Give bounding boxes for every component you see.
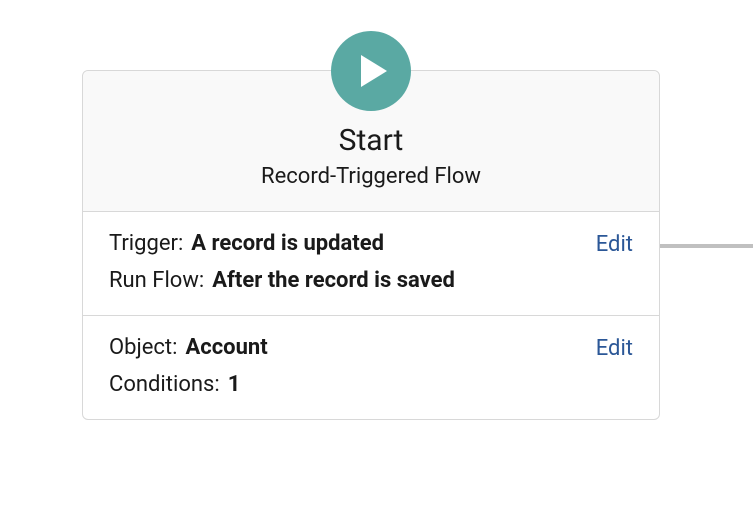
trigger-value: A record is updated: [191, 230, 384, 259]
start-node-card: Start Record-Triggered Flow Trigger: A r…: [82, 70, 660, 420]
trigger-section: Trigger: A record is updated Run Flow: A…: [83, 212, 659, 316]
object-section: Object: Account Conditions: 1 Edit: [83, 316, 659, 419]
runflow-row: Run Flow: After the record is saved: [109, 267, 596, 296]
object-section-content: Object: Account Conditions: 1: [109, 334, 596, 399]
conditions-label: Conditions:: [109, 371, 220, 400]
object-value: Account: [185, 334, 267, 363]
start-play-button[interactable]: [331, 31, 411, 111]
edit-trigger-button[interactable]: Edit: [596, 232, 633, 257]
conditions-row: Conditions: 1: [109, 371, 596, 400]
object-label: Object:: [109, 334, 177, 363]
trigger-row: Trigger: A record is updated: [109, 230, 596, 259]
edit-object-button[interactable]: Edit: [596, 336, 633, 361]
trigger-label: Trigger:: [109, 230, 183, 259]
card-subtitle: Record-Triggered Flow: [103, 164, 639, 189]
flow-connector-line: [660, 244, 753, 248]
trigger-section-content: Trigger: A record is updated Run Flow: A…: [109, 230, 596, 295]
object-row: Object: Account: [109, 334, 596, 363]
play-icon: [361, 55, 387, 87]
runflow-value: After the record is saved: [212, 267, 455, 296]
runflow-label: Run Flow:: [109, 267, 204, 296]
card-title: Start: [103, 123, 639, 158]
conditions-value: 1: [228, 371, 241, 400]
